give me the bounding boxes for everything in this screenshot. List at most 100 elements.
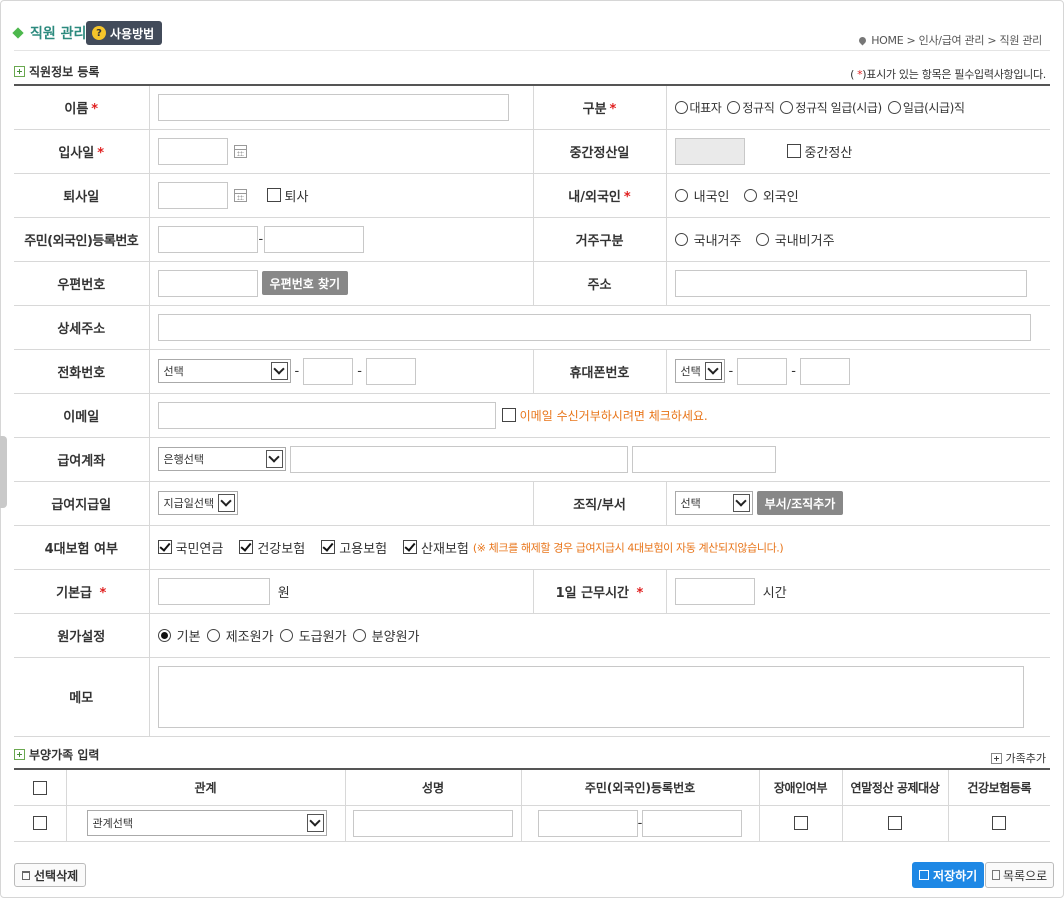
insurance-checkbox-health[interactable]: 건강보험 bbox=[239, 538, 305, 557]
type-radio-ceo[interactable]: 대표자 bbox=[674, 99, 722, 116]
table-row: 관계선택 - bbox=[14, 804, 1050, 842]
dash: - bbox=[258, 231, 264, 247]
dept-select[interactable]: 선택 bbox=[674, 491, 753, 515]
type-radio-regular-daily[interactable]: 정규직 일급(시급) bbox=[780, 99, 882, 116]
base-pay-input[interactable] bbox=[157, 577, 270, 605]
postcode-input[interactable] bbox=[157, 269, 258, 297]
question-icon: ? bbox=[92, 26, 106, 40]
bank-select[interactable]: 은행선택 bbox=[157, 447, 286, 471]
mobile-middle-input[interactable] bbox=[737, 357, 788, 385]
document-icon bbox=[992, 870, 1000, 880]
leave-checkbox[interactable]: 퇴사 bbox=[266, 186, 308, 205]
save-button[interactable]: 저장하기 bbox=[912, 862, 985, 888]
cost-radio-contract[interactable]: 도급원가 bbox=[279, 626, 347, 645]
type-label: 구분 * bbox=[532, 84, 667, 130]
daily-hours-input[interactable] bbox=[674, 577, 755, 605]
add-family-button[interactable]: 가족추가 bbox=[990, 750, 1046, 766]
name-input[interactable] bbox=[157, 93, 509, 121]
dash: - bbox=[728, 363, 734, 379]
add-box-icon bbox=[14, 749, 25, 760]
mid-settle-date-label: 중간정산일 bbox=[532, 128, 667, 174]
add-dept-button[interactable]: 부서/조직추가 bbox=[756, 491, 844, 515]
detail-address-input[interactable] bbox=[157, 313, 1031, 341]
email-input[interactable] bbox=[157, 401, 496, 429]
delete-selected-button[interactable]: 선택삭제 bbox=[14, 863, 87, 887]
family-name-input[interactable] bbox=[353, 809, 513, 837]
family-resident-id-back-input[interactable] bbox=[642, 809, 743, 837]
mobile-prefix-select[interactable]: 선택 bbox=[674, 359, 725, 383]
calendar-icon[interactable] bbox=[233, 144, 247, 158]
mid-settle-date-input bbox=[674, 137, 745, 165]
back-to-list-button[interactable]: 목록으로 bbox=[985, 862, 1055, 888]
relation-select[interactable]: 관계선택 bbox=[86, 810, 327, 836]
account-number-input[interactable] bbox=[289, 445, 628, 473]
cost-radio-sale[interactable]: 분양원가 bbox=[352, 626, 420, 645]
help-button[interactable]: ? 사용방법 bbox=[86, 21, 163, 45]
account-holder-input[interactable] bbox=[631, 445, 776, 473]
type-radio-regular[interactable]: 정규직 bbox=[727, 99, 775, 116]
calendar-icon[interactable] bbox=[233, 188, 247, 202]
cost-radio-manufacturing[interactable]: 제조원가 bbox=[206, 626, 274, 645]
residence-radio-nonresident[interactable]: 국내비거주 bbox=[755, 230, 835, 249]
memo-textarea[interactable] bbox=[157, 665, 1024, 728]
email-optout-checkbox[interactable]: 이메일 수신거부하시려면 체크하세요. bbox=[501, 407, 708, 424]
name-label: 이름 * bbox=[14, 84, 150, 130]
residence-radio-resident[interactable]: 국내거주 bbox=[674, 230, 741, 249]
hire-date-input[interactable] bbox=[157, 137, 228, 165]
resident-id-front-input[interactable] bbox=[157, 225, 258, 253]
staff-form-table: 이름 * 구분 * 대표자 정규직 정규직 일급(시급) 일급(시급)직 입사일 * 중간정… bbox=[14, 84, 1050, 737]
daily-hours-unit: 시간 bbox=[762, 585, 787, 601]
type-radio-daily[interactable]: 일급(시급)직 bbox=[887, 99, 965, 116]
family-resident-id-front-input[interactable] bbox=[537, 809, 638, 837]
column-header-relation: 관계 bbox=[65, 768, 346, 806]
mobile-last-input[interactable] bbox=[799, 357, 850, 385]
postcode-label: 우편번호 bbox=[14, 260, 150, 306]
section-title-family-text: 부양가족 입력 bbox=[29, 748, 100, 762]
dash: - bbox=[294, 363, 300, 379]
breadcrumb-home[interactable]: HOME bbox=[871, 34, 903, 47]
phone-last-input[interactable] bbox=[365, 357, 416, 385]
nationality-radio-domestic[interactable]: 내국인 bbox=[674, 186, 730, 205]
column-header-tax-deduction: 연말정산 공제대상 bbox=[841, 768, 949, 806]
tax-deduction-checkbox[interactable] bbox=[888, 816, 902, 830]
cost-radio-basic[interactable]: 기본 bbox=[157, 626, 201, 645]
radio-icon bbox=[206, 628, 220, 642]
leave-date-label: 퇴사일 bbox=[14, 172, 150, 218]
checkbox-icon bbox=[501, 408, 516, 422]
plus-icon bbox=[990, 752, 1002, 764]
radio-icon bbox=[279, 628, 293, 642]
health-insurance-checkbox[interactable] bbox=[992, 816, 1007, 830]
phone-middle-input[interactable] bbox=[303, 357, 354, 385]
nationality-radio-foreign[interactable]: 외국인 bbox=[743, 186, 799, 205]
chevron-right-icon: > bbox=[903, 33, 919, 47]
postcode-search-button[interactable]: 우편번호 찾기 bbox=[261, 271, 349, 295]
row-select-checkbox[interactable] bbox=[32, 816, 47, 830]
location-pin-icon bbox=[857, 35, 868, 45]
section-title-staff: 직원정보 등록 bbox=[14, 63, 99, 80]
dash: - bbox=[357, 363, 362, 379]
radio-icon bbox=[674, 232, 688, 246]
breadcrumb: HOME > 인사/급여 관리 > 직원 관리 bbox=[857, 32, 1042, 48]
insurance-label: 4대보험 여부 bbox=[14, 524, 150, 570]
disabled-checkbox[interactable] bbox=[793, 816, 808, 830]
page-title-text: 직원 관리 bbox=[30, 26, 87, 42]
column-header-name: 성명 bbox=[344, 768, 522, 806]
required-note: (*)표시가 있는 항목은 필수입력사항입니다. bbox=[850, 66, 1046, 82]
breadcrumb-section[interactable]: 인사/급여 관리 bbox=[919, 32, 985, 48]
chevron-down-icon bbox=[732, 494, 750, 512]
resident-id-back-input[interactable] bbox=[264, 225, 365, 253]
chevron-down-icon bbox=[306, 814, 324, 832]
side-panel-handle[interactable] bbox=[0, 436, 7, 508]
radio-selected-icon bbox=[157, 628, 171, 642]
insurance-checkbox-employment[interactable]: 고용보험 bbox=[321, 538, 387, 557]
address-label: 주소 bbox=[532, 260, 667, 306]
insurance-checkbox-accident[interactable]: 산재보험 bbox=[403, 538, 469, 557]
address-input[interactable] bbox=[674, 269, 1027, 297]
phone-label: 전화번호 bbox=[14, 348, 150, 394]
select-all-checkbox[interactable] bbox=[32, 780, 47, 795]
leave-date-input[interactable] bbox=[157, 181, 228, 209]
payday-select[interactable]: 지급일선택 bbox=[157, 491, 238, 515]
insurance-checkbox-pension[interactable]: 국민연금 bbox=[157, 538, 223, 557]
mid-settle-checkbox[interactable]: 중간정산 bbox=[786, 142, 852, 161]
phone-prefix-select[interactable]: 선택 bbox=[157, 359, 291, 383]
